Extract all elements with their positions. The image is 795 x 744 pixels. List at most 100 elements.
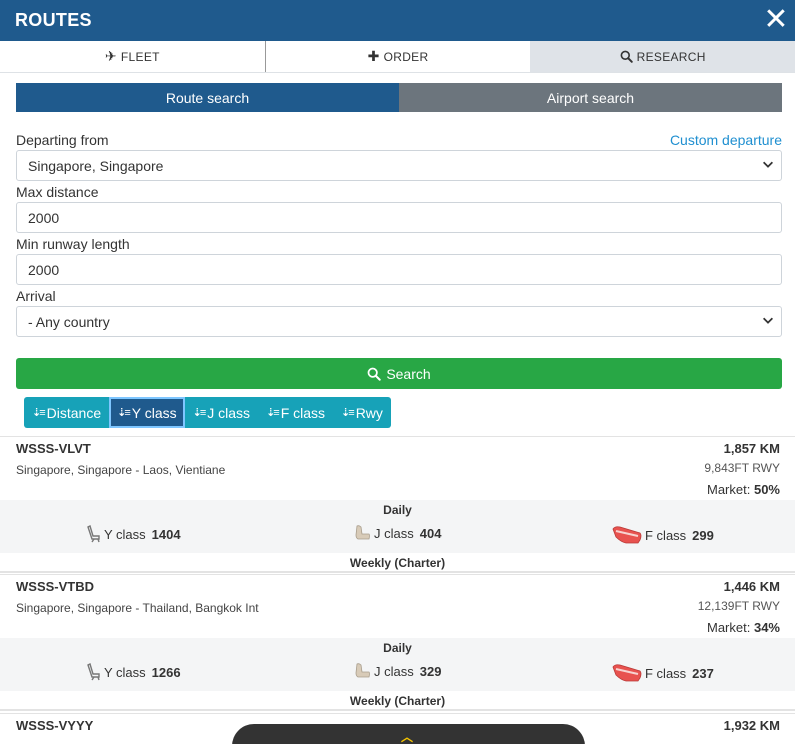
route-distance: 1,446 KM bbox=[723, 579, 780, 594]
tab-order-label: ORDER bbox=[383, 49, 429, 64]
route-header: WSSS-VLVT Singapore, Singapore - Laos, V… bbox=[0, 436, 795, 500]
route-path: Singapore, Singapore - Laos, Vientiane bbox=[16, 463, 226, 477]
search-icon bbox=[620, 50, 633, 63]
y-class-label: Y class bbox=[104, 526, 146, 542]
sort-rwy-button[interactable]: ⇣≡ Rwy bbox=[333, 397, 391, 428]
y-class-demand: Y class 1404 bbox=[87, 525, 181, 543]
search-button[interactable]: Search bbox=[16, 358, 782, 389]
route-distance: 1,857 KM bbox=[723, 441, 780, 456]
economy-seat-icon bbox=[87, 525, 100, 543]
route-market: Market: 50% bbox=[707, 482, 780, 497]
min-runway-label: Min runway length bbox=[16, 236, 130, 252]
f-class-label: F class bbox=[645, 665, 687, 681]
sort-bar: ⇣≡ Distance ⇣≡ Y class ⇣≡ J class ⇣≡ F c… bbox=[24, 397, 391, 428]
demand-band: Daily Y class 1266 J class 329 F class 2… bbox=[0, 638, 795, 691]
tab-research[interactable]: RESEARCH bbox=[530, 41, 795, 72]
max-distance-value: 2000 bbox=[28, 210, 60, 226]
market-label: Market: bbox=[707, 620, 751, 635]
route-card[interactable]: WSSS-VLVT Singapore, Singapore - Laos, V… bbox=[0, 436, 795, 573]
search-mode-toggle: Route search Airport search bbox=[16, 83, 782, 112]
sort-j-class-label: J class bbox=[207, 404, 251, 421]
chevron-up-icon: ︿ bbox=[401, 730, 414, 744]
departing-label: Departing from bbox=[16, 132, 109, 148]
tab-research-label: RESEARCH bbox=[636, 49, 706, 64]
airport-search-button[interactable]: Airport search bbox=[399, 83, 782, 112]
route-runway: 12,139FT RWY bbox=[697, 599, 780, 613]
sort-j-class-button[interactable]: ⇣≡ J class bbox=[185, 397, 258, 428]
y-class-value: 1266 bbox=[151, 664, 181, 680]
sort-distance-button[interactable]: ⇣≡ Distance bbox=[24, 397, 109, 428]
sort-rwy-label: Rwy bbox=[355, 404, 383, 421]
main-tabs: ✈ FLEET ✚ ORDER RESEARCH bbox=[0, 41, 795, 73]
j-class-demand: J class 329 bbox=[355, 663, 441, 679]
demand-band: Daily Y class 1404 J class 404 F class 2… bbox=[0, 500, 795, 553]
max-distance-label: Max distance bbox=[16, 184, 99, 200]
j-class-label: J class bbox=[374, 525, 414, 541]
route-distance: 1,932 KM bbox=[723, 718, 780, 733]
weekly-charter-label: Weekly (Charter) bbox=[0, 553, 795, 573]
j-class-value: 329 bbox=[419, 663, 442, 679]
frequency-label: Daily bbox=[383, 503, 412, 517]
route-runway: 9,843FT RWY bbox=[704, 461, 780, 475]
first-class-seat-icon bbox=[612, 526, 642, 544]
min-runway-value: 2000 bbox=[28, 262, 60, 278]
min-runway-input[interactable]: 2000 bbox=[16, 254, 782, 285]
sort-icon: ⇣≡ bbox=[266, 407, 280, 419]
f-class-value: 237 bbox=[692, 665, 714, 681]
sort-f-class-label: F class bbox=[280, 404, 326, 421]
search-button-label: Search bbox=[386, 365, 431, 382]
weekly-charter-label: Weekly (Charter) bbox=[0, 691, 795, 711]
departing-select-value: Singapore, Singapore bbox=[28, 158, 164, 174]
sort-icon: ⇣≡ bbox=[117, 407, 131, 419]
y-class-value: 1404 bbox=[151, 526, 181, 542]
sort-y-class-label: Y class bbox=[131, 404, 177, 421]
max-distance-input[interactable]: 2000 bbox=[16, 202, 782, 233]
route-path: Singapore, Singapore - Thailand, Bangkok… bbox=[16, 601, 259, 615]
f-class-demand: F class 237 bbox=[612, 663, 714, 683]
custom-departure-link[interactable]: Custom departure bbox=[670, 132, 782, 148]
page-title: ROUTES bbox=[15, 10, 92, 30]
route-code: WSSS-VTBD bbox=[16, 579, 94, 594]
route-card[interactable]: WSSS-VTBD Singapore, Singapore - Thailan… bbox=[0, 574, 795, 711]
route-search-button[interactable]: Route search bbox=[16, 83, 399, 112]
market-value: 50% bbox=[753, 482, 780, 497]
close-icon[interactable]: ✕ bbox=[761, 5, 791, 35]
tab-order[interactable]: ✚ ORDER bbox=[265, 41, 531, 72]
sort-icon: ⇣≡ bbox=[32, 407, 46, 419]
j-class-label: J class bbox=[374, 663, 414, 679]
f-class-demand: F class 299 bbox=[612, 525, 714, 545]
arrival-select-value: - Any country bbox=[28, 314, 110, 330]
y-class-demand: Y class 1266 bbox=[87, 663, 181, 681]
sort-icon: ⇣≡ bbox=[192, 407, 207, 419]
route-code: WSSS-VLVT bbox=[16, 441, 91, 456]
airplane-icon: ✈ bbox=[104, 48, 117, 64]
j-class-value: 404 bbox=[419, 525, 442, 541]
search-icon bbox=[367, 367, 382, 381]
tab-fleet[interactable]: ✈ FLEET bbox=[0, 41, 266, 72]
sort-f-class-button[interactable]: ⇣≡ F class bbox=[258, 397, 333, 428]
y-class-label: Y class bbox=[104, 664, 146, 680]
chevron-down-icon bbox=[763, 161, 773, 168]
market-value: 34% bbox=[753, 620, 780, 635]
route-code: WSSS-VYYY bbox=[16, 718, 94, 733]
departing-select[interactable]: Singapore, Singapore bbox=[16, 150, 782, 181]
tab-fleet-label: FLEET bbox=[120, 49, 160, 64]
business-seat-icon bbox=[355, 663, 370, 678]
f-class-value: 299 bbox=[692, 527, 714, 543]
route-market: Market: 34% bbox=[707, 620, 780, 635]
chevron-down-icon bbox=[763, 317, 773, 324]
sort-distance-label: Distance bbox=[46, 404, 102, 421]
f-class-label: F class bbox=[645, 527, 687, 543]
j-class-demand: J class 404 bbox=[355, 525, 441, 541]
sort-y-class-button[interactable]: ⇣≡ Y class bbox=[109, 397, 185, 428]
business-seat-icon bbox=[355, 525, 370, 540]
sort-icon: ⇣≡ bbox=[341, 407, 355, 419]
market-label: Market: bbox=[707, 482, 751, 497]
route-header: WSSS-VTBD Singapore, Singapore - Thailan… bbox=[0, 574, 795, 638]
plus-icon: ✚ bbox=[367, 48, 380, 64]
frequency-label: Daily bbox=[383, 641, 412, 655]
arrival-label: Arrival bbox=[16, 288, 56, 304]
scroll-up-tab[interactable]: ︿ bbox=[232, 724, 585, 744]
arrival-select[interactable]: - Any country bbox=[16, 306, 782, 337]
first-class-seat-icon bbox=[612, 664, 642, 682]
